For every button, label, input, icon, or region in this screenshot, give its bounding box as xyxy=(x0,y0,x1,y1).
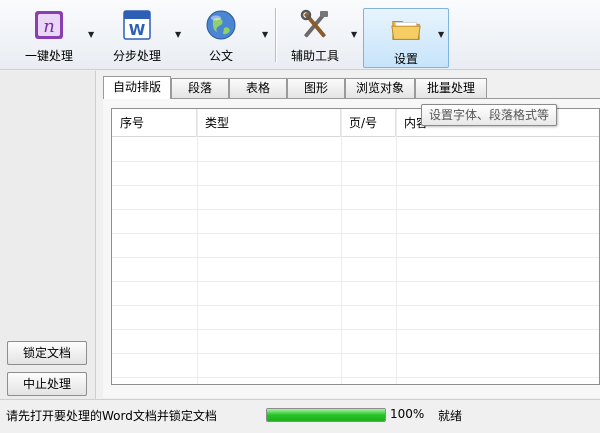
globe-icon xyxy=(206,10,236,40)
step-process-dropdown-arrow[interactable]: ▼ xyxy=(175,30,183,40)
tools-icon xyxy=(300,9,328,38)
one-click-process-button[interactable]: n 一键处理 xyxy=(14,4,84,66)
tab-batch-processing[interactable]: 批量处理 xyxy=(415,78,487,98)
grid-line xyxy=(112,305,599,306)
column-header-type[interactable]: 类型 xyxy=(197,109,341,137)
column-header-index[interactable]: 序号 xyxy=(112,109,197,137)
tab-paragraph[interactable]: 段落 xyxy=(171,78,229,98)
status-state: 就绪 xyxy=(438,409,463,423)
stop-processing-button[interactable]: 中止处理 xyxy=(7,372,87,396)
one-click-process-label: 一键处理 xyxy=(24,49,73,63)
grid-line xyxy=(112,329,599,330)
step-process-button[interactable]: W 分步处理 xyxy=(102,4,172,66)
grid-line xyxy=(112,233,599,234)
grid-line xyxy=(341,109,342,384)
step-process-label: 分步处理 xyxy=(112,49,161,63)
onenote-icon: n xyxy=(35,11,63,39)
folder-icon xyxy=(391,21,421,40)
left-panel: 锁定文档 中止处理 xyxy=(0,71,96,399)
column-header-page[interactable]: 页/号 xyxy=(341,109,396,137)
settings-button[interactable]: 设置 xyxy=(363,8,449,68)
tab-shapes[interactable]: 图形 xyxy=(287,78,345,98)
auxiliary-tools-label: 辅助工具 xyxy=(290,49,339,63)
toolbar: n 一键处理 ▼ W 分步处理 ▼ 公文 ▼ 辅助工具 ▼ 设置 ▼ xyxy=(0,0,600,70)
grid-line xyxy=(197,109,198,384)
toolbar-separator xyxy=(275,8,276,62)
grid-line xyxy=(112,353,599,354)
word-icon: W xyxy=(123,10,151,40)
grid-line xyxy=(112,281,599,282)
grid-line xyxy=(112,185,599,186)
svg-text:W: W xyxy=(129,21,146,39)
lock-document-button[interactable]: 锁定文档 xyxy=(7,341,87,365)
grid-line xyxy=(396,109,397,384)
grid-line xyxy=(112,209,599,210)
progress-bar xyxy=(266,408,386,422)
one-click-dropdown-arrow[interactable]: ▼ xyxy=(88,30,96,40)
tab-content: 序号 类型 页/号 内容 xyxy=(103,98,600,398)
auxiliary-tools-button[interactable]: 辅助工具 xyxy=(280,4,350,66)
settings-label: 设置 xyxy=(393,52,418,66)
status-bar: 请先打开要处理的Word文档并锁定文档 100% 就绪 xyxy=(0,399,600,433)
official-document-button[interactable]: 公文 xyxy=(196,4,246,66)
results-table[interactable]: 序号 类型 页/号 内容 xyxy=(111,108,600,385)
settings-tooltip: 设置字体、段落格式等 xyxy=(421,104,558,126)
grid-line xyxy=(112,161,599,162)
tab-browse-objects[interactable]: 浏览对象 xyxy=(345,78,415,98)
tab-auto-layout[interactable]: 自动排版 xyxy=(103,76,171,99)
progress-text: 100% xyxy=(390,407,425,421)
grid-line xyxy=(112,377,599,378)
progress-fill xyxy=(267,409,385,421)
settings-dropdown-arrow[interactable]: ▼ xyxy=(438,30,446,40)
svg-text:n: n xyxy=(43,16,55,37)
tab-table[interactable]: 表格 xyxy=(229,78,287,98)
auxiliary-tools-dropdown-arrow[interactable]: ▼ xyxy=(351,30,359,40)
official-document-label: 公文 xyxy=(208,49,233,63)
official-document-dropdown-arrow[interactable]: ▼ xyxy=(262,30,270,40)
grid-line xyxy=(112,257,599,258)
status-message: 请先打开要处理的Word文档并锁定文档 xyxy=(6,409,217,423)
